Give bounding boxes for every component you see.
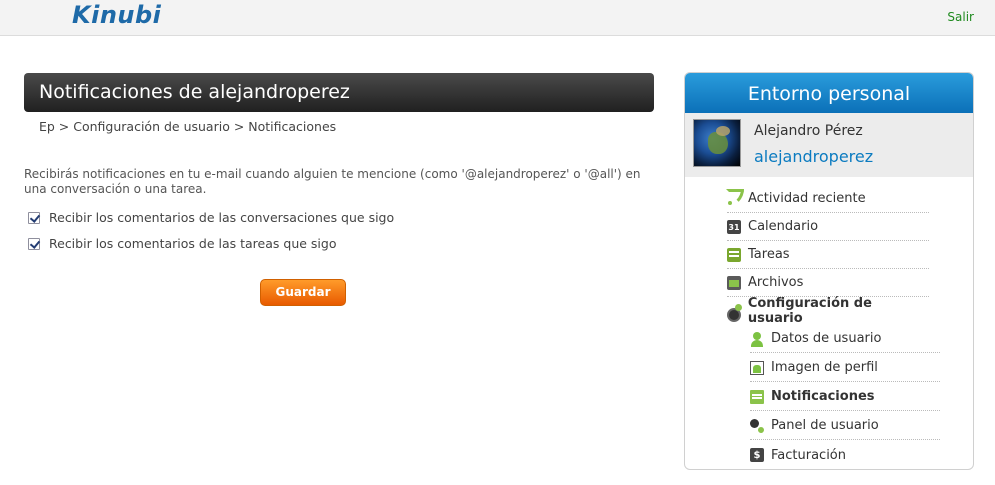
sidebar-subitem-billing[interactable]: $ Facturación	[750, 441, 940, 469]
rss-icon	[727, 192, 741, 206]
page-title: Notificaciones de alejandroperez	[39, 81, 350, 103]
sidebar-item-user-settings[interactable]: Configuración de usuario	[727, 296, 929, 326]
sidebar-item-label: Archivos	[748, 275, 804, 290]
top-bar: Kinubi Salir	[0, 0, 995, 36]
gear-icon	[727, 304, 742, 322]
tasks-icon	[727, 247, 741, 262]
personal-panel: Entorno personal Alejandro Pérez alejand…	[684, 72, 974, 470]
sidebar-subitem-label: Panel de usuario	[771, 418, 879, 433]
sidebar-subitem-label: Facturación	[771, 447, 846, 463]
image-icon	[750, 360, 764, 375]
tasks-checkbox-label: Recibir los comentarios de las tareas qu…	[49, 236, 337, 251]
sidebar-item-label: Actividad reciente	[748, 191, 866, 206]
sidebar-item-activity[interactable]: Actividad reciente	[727, 185, 929, 213]
user-icon	[750, 331, 764, 347]
page-title-bar: Notificaciones de alejandroperez	[24, 73, 654, 112]
option-tasks[interactable]: Recibir los comentarios de las tareas qu…	[28, 236, 336, 251]
conversations-checkbox[interactable]	[28, 211, 40, 224]
billing-icon: $	[750, 448, 764, 462]
sidebar-item-tasks[interactable]: Tareas	[727, 241, 929, 269]
user-name: Alejandro Pérez	[754, 123, 863, 139]
sidebar-subitem-user-data[interactable]: Datos de usuario	[750, 325, 940, 353]
calendar-icon: 31	[727, 219, 741, 234]
sidebar-subitem-label: Imagen de perfil	[771, 360, 878, 375]
sidebar-subitem-label: Datos de usuario	[771, 331, 882, 346]
sidebar-subitem-user-panel[interactable]: Panel de usuario	[750, 412, 940, 440]
panel-icon	[750, 418, 764, 433]
avatar[interactable]	[693, 119, 741, 167]
user-handle[interactable]: alejandroperez	[754, 147, 873, 166]
sidebar-item-calendar[interactable]: 31 Calendario	[727, 213, 929, 241]
sidebar-subitem-profile-image[interactable]: Imagen de perfil	[750, 354, 940, 382]
notifications-info-text: Recibirás notificaciones en tu e-mail cu…	[24, 167, 641, 196]
sidebar-item-label: Configuración de usuario	[747, 296, 872, 326]
conversations-checkbox-label: Recibir los comentarios de las conversac…	[49, 210, 395, 225]
sidebar-item-label: Tareas	[748, 247, 790, 262]
save-button[interactable]: Guardar	[260, 279, 346, 306]
breadcrumb[interactable]: Ep > Configuración de usuario > Notifica…	[39, 119, 336, 134]
panel-title: Entorno personal	[685, 73, 973, 113]
tasks-checkbox[interactable]	[28, 237, 40, 250]
sidebar-subitem-label: Notificaciones	[771, 389, 875, 404]
folder-icon	[727, 275, 741, 290]
sidebar-item-label: Calendario	[748, 219, 819, 234]
sidebar-item-files[interactable]: Archivos	[727, 269, 929, 297]
user-box: Alejandro Pérez alejandroperez	[685, 113, 973, 177]
sidebar-subitem-notifications[interactable]: Notificaciones	[750, 383, 940, 411]
option-conversations[interactable]: Recibir los comentarios de las conversac…	[28, 210, 394, 225]
logout-link[interactable]: Salir	[947, 10, 974, 24]
logo-text: Kinubi	[72, 1, 162, 29]
notifications-icon	[750, 389, 764, 404]
